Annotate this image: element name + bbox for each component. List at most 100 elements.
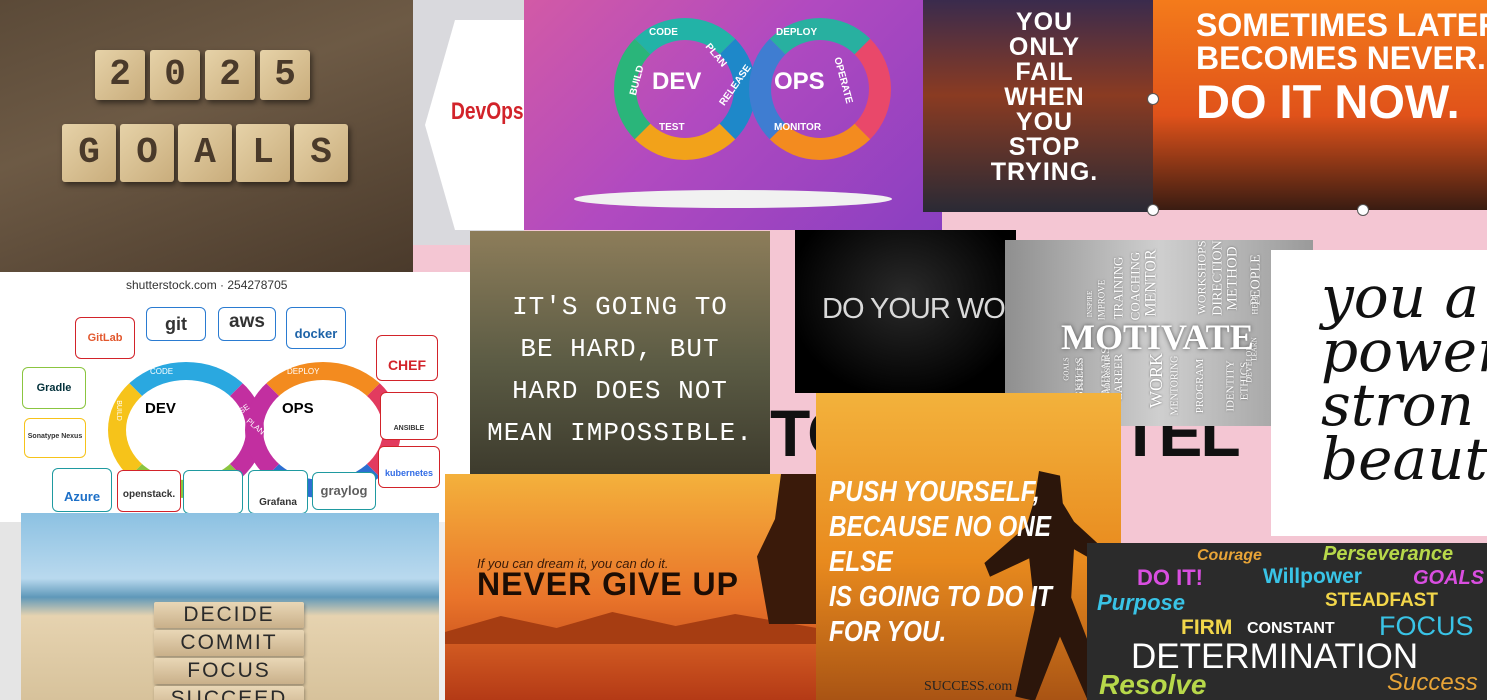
quote-line: BE HARD, BUT xyxy=(520,334,720,364)
tool-git: git xyxy=(146,307,206,341)
devops-sign-image[interactable]: DevOps xyxy=(413,0,524,245)
mountain-silhouette xyxy=(445,612,817,644)
tool-jenkins-icon xyxy=(183,470,243,514)
quote-line: WHEN xyxy=(1004,83,1085,111)
cloud-word: WORK xyxy=(1146,353,1166,408)
cloud-word: MENTORING xyxy=(1169,355,1181,416)
cliff-climber xyxy=(757,474,817,624)
cloud-word: MENTOR xyxy=(1142,249,1160,317)
quote-line: BECAUSE NO ONE ELSE xyxy=(829,511,1051,578)
stage-monitor: MONITOR xyxy=(774,122,822,133)
quote-line: power xyxy=(1321,317,1487,385)
ops-label: OPS xyxy=(282,400,314,417)
stage-deploy: DEPLOY xyxy=(776,27,818,38)
team-platform xyxy=(574,190,892,208)
cube-letter: L xyxy=(236,124,290,182)
motivate-word: MOTIVATE xyxy=(1061,317,1254,357)
watermark: shutterstock.com · 254278705 xyxy=(126,278,288,292)
quote-line: YOU xyxy=(1015,108,1074,136)
quote-line: PUSH YOURSELF, xyxy=(829,476,1040,508)
dev-label: DEV xyxy=(652,68,702,95)
quote-push-image[interactable]: PUSH YOURSELF, BECAUSE NO ONE ELSE IS GO… xyxy=(816,393,1121,700)
cloud-word: WORKSHOPS xyxy=(1194,240,1209,315)
quote-line: BECOMES NEVER. xyxy=(1196,40,1486,76)
devops-tools-image[interactable]: shutterstock.com · 254278705 DEV OPS COD… xyxy=(0,272,470,522)
quote-never-give-up-image[interactable]: If you can dream it, you can do it. NEVE… xyxy=(445,474,817,700)
quote-fail-text: YOU ONLY FAIL WHEN YOU STOP TRYING. xyxy=(923,10,1153,185)
quote-line: DO IT NOW. xyxy=(1196,75,1460,128)
stage-code: CODE xyxy=(649,27,678,38)
tool-aws: aws xyxy=(218,307,276,341)
quote-work-image[interactable]: DO YOUR WORK xyxy=(795,230,1016,393)
stage-build: BUILD xyxy=(114,400,122,421)
cloud-word: TRAINING xyxy=(1110,256,1126,320)
cube-letter: O xyxy=(120,124,174,182)
quote-line: STOP xyxy=(1008,133,1081,161)
stage-operate: OPERATE xyxy=(352,389,360,422)
resize-handle[interactable] xyxy=(1147,93,1159,105)
word-willpower: Willpower xyxy=(1263,565,1362,588)
quote-line: FOR YOU. xyxy=(829,616,947,648)
cloud-word: IMPROVE xyxy=(1096,279,1107,321)
word-success: Success xyxy=(1387,669,1478,696)
tool-kubernetes: kubernetes xyxy=(378,446,440,488)
quote-big-text: NEVER GIVE UP xyxy=(477,566,739,602)
quote-beach-image[interactable]: DECIDE COMMIT FOCUS SUCCEED xyxy=(21,513,439,700)
quote-line: stron xyxy=(1321,371,1475,439)
quote-line: IS GOING TO DO IT xyxy=(829,581,1052,613)
word-purpose: Purpose xyxy=(1097,590,1186,615)
cloud-word: PROGRAM xyxy=(1194,358,1207,414)
resize-handle[interactable] xyxy=(1357,204,1369,216)
cube-letter: S xyxy=(294,124,348,182)
quote-push-text: PUSH YOURSELF, BECAUSE NO ONE ELSE IS GO… xyxy=(829,475,1074,650)
word-steadfast: STEADFAST xyxy=(1325,590,1438,611)
cube-digit: 5 xyxy=(260,50,310,100)
tool-grafana: Grafana xyxy=(248,470,308,514)
quote-line: MEAN IMPOSSIBLE. xyxy=(487,418,753,448)
quote-line: SOMETIMES LATER xyxy=(1196,7,1487,43)
resize-handle[interactable] xyxy=(1147,204,1159,216)
quote-line: ONLY xyxy=(1008,33,1081,61)
tool-graylog: graylog xyxy=(312,472,376,510)
block-word: SUCCEED xyxy=(154,686,304,700)
cloud-word: HELP xyxy=(1250,294,1260,315)
word-perseverance: Perseverance xyxy=(1323,543,1454,565)
tool-gradle: Gradle xyxy=(22,367,86,409)
stage-monitor: MONITOR xyxy=(285,437,323,446)
quote-hard-image[interactable]: IT'S GOING TO BE HARD, BUT HARD DOES NOT… xyxy=(470,231,770,474)
word-goals: GOALS xyxy=(1413,567,1485,589)
cloud-word: METHOD xyxy=(1224,246,1241,311)
quote-line: you a xyxy=(1321,263,1480,331)
cube-digit: 2 xyxy=(205,50,255,100)
dev-label: DEV xyxy=(145,400,176,417)
quote-later-image[interactable]: SOMETIMES LATER BECOMES NEVER. DO IT NOW… xyxy=(1153,0,1487,210)
goals-2025-image[interactable]: 2 0 2 5 G O A L S xyxy=(0,0,413,272)
tool-chef: CHEF xyxy=(376,335,438,381)
background-strip xyxy=(0,522,21,700)
quote-line: beaut xyxy=(1321,425,1487,493)
quote-fail-image[interactable]: YOU ONLY FAIL WHEN YOU STOP TRYING. xyxy=(923,0,1153,212)
stage-code: CODE xyxy=(150,367,174,376)
tool-nexus: Sonatype Nexus xyxy=(24,418,86,458)
success-logo: SUCCESS.com xyxy=(924,679,1013,694)
cube-letter: G xyxy=(62,124,116,182)
word-do-it: DO IT! xyxy=(1137,565,1203,590)
tool-azure: Azure xyxy=(52,468,112,512)
word-courage: Courage xyxy=(1197,547,1262,564)
cloud-word: IDENTITY xyxy=(1224,360,1237,412)
cloud-word: COACHING xyxy=(1127,251,1143,321)
block-word: FOCUS xyxy=(154,658,304,684)
cube-digit: 0 xyxy=(150,50,200,100)
quote-line: YOU xyxy=(1015,8,1074,36)
quote-script-text: you a power stron beaut xyxy=(1321,263,1487,493)
quote-hard-text: IT'S GOING TO BE HARD, BUT HARD DOES NOT… xyxy=(470,286,770,454)
quote-work-text: DO YOUR WORK xyxy=(822,293,1016,325)
quote-line: FAIL xyxy=(1015,58,1074,86)
quote-line: TRYING. xyxy=(990,158,1099,186)
devops-infinity-image[interactable]: DEV OPS CODE BUILD TEST PLAN RELEASE DEP… xyxy=(524,0,942,230)
words-chalkboard-image[interactable]: Courage Perseverance DO IT! Willpower GO… xyxy=(1087,543,1487,700)
word-constant: CONSTANT xyxy=(1247,620,1335,637)
quote-script-image[interactable]: you a power stron beaut xyxy=(1271,250,1487,536)
block-word: COMMIT xyxy=(154,630,304,656)
cloud-word: SUCCESS xyxy=(1076,358,1085,390)
